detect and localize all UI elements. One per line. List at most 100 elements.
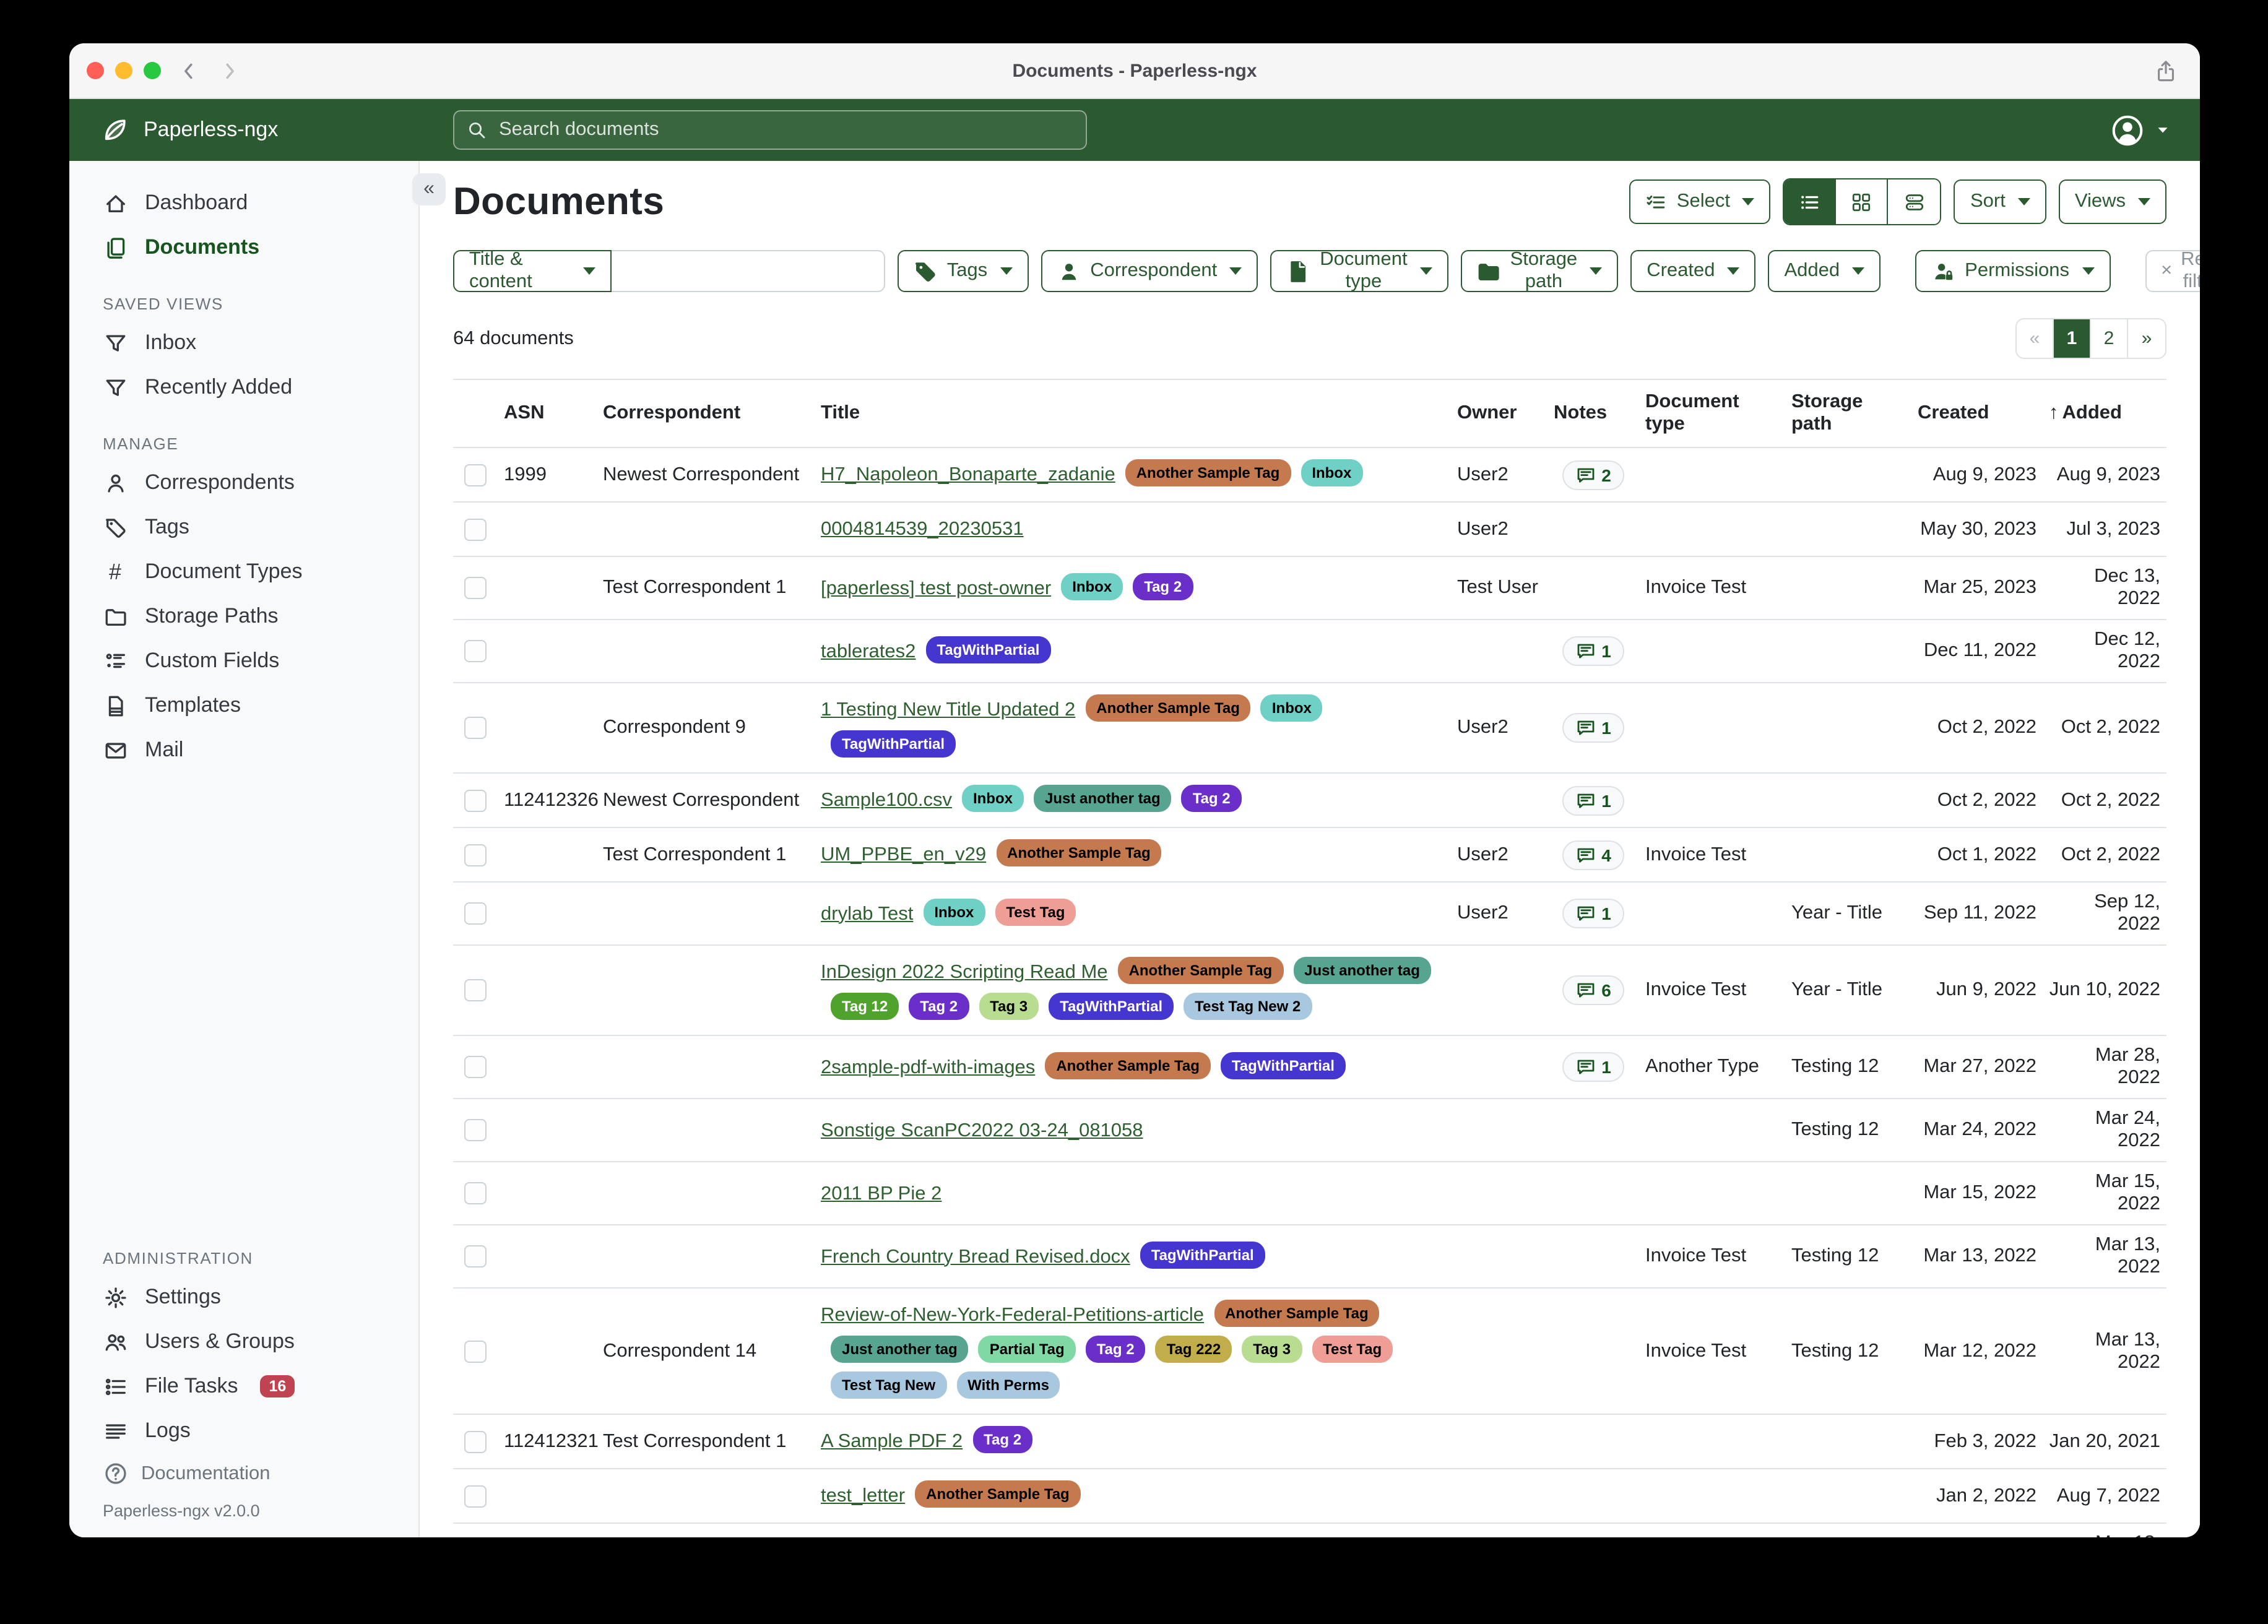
view-detail-button[interactable] xyxy=(1889,179,1941,224)
row-checkbox[interactable] xyxy=(464,1245,487,1268)
tag-pill[interactable]: Tag 2 xyxy=(972,1426,1032,1453)
row-checkbox[interactable] xyxy=(464,1119,487,1141)
doc-title-link[interactable]: 1 Testing New Title Updated 2 xyxy=(821,699,1075,720)
row-checkbox[interactable] xyxy=(464,1340,487,1362)
filter-button-tags[interactable]: Tags xyxy=(898,250,1029,292)
tag-pill[interactable]: TagWithPartial xyxy=(1049,993,1174,1020)
tag-pill[interactable]: TagWithPartial xyxy=(1140,1241,1265,1268)
tag-pill[interactable]: Just another tag xyxy=(1293,957,1431,984)
page-prev-button[interactable]: « xyxy=(2017,319,2054,358)
minimize-window-button[interactable] xyxy=(115,62,132,79)
doc-title-link[interactable]: tablerates2 xyxy=(821,641,915,662)
tag-pill[interactable]: Another Sample Tag xyxy=(1045,1052,1211,1079)
tag-pill[interactable]: Just another tag xyxy=(831,1336,969,1363)
doc-title-link[interactable]: UM_PPBE_en_v29 xyxy=(821,844,986,865)
filter-button-correspondent[interactable]: Correspondent xyxy=(1041,250,1258,292)
tag-pill[interactable]: Another Sample Tag xyxy=(1125,459,1291,486)
reset-filters-button[interactable]: × Reset filters xyxy=(2145,250,2200,292)
close-window-button[interactable] xyxy=(87,62,104,79)
column-header-storage-path[interactable]: Storage path xyxy=(1785,391,1911,436)
page-button-1[interactable]: 1 xyxy=(2054,319,2091,358)
doc-title-link[interactable]: 0004814539_20230531 xyxy=(821,519,1024,540)
sidebar-item-mail[interactable]: Mail xyxy=(69,728,418,772)
sidebar-item-recently-added[interactable]: Recently Added xyxy=(69,365,418,410)
doc-title-link[interactable]: InDesign 2022 Scripting Read Me xyxy=(821,962,1108,983)
sidebar-item-templates[interactable]: Templates xyxy=(69,683,418,728)
view-list-button[interactable] xyxy=(1785,179,1837,224)
title-content-dropdown[interactable]: Title & content xyxy=(453,250,612,292)
doc-title-link[interactable]: [paperless] test post-owner xyxy=(821,577,1051,598)
tag-pill[interactable]: Inbox xyxy=(1261,694,1323,722)
view-grid-button[interactable] xyxy=(1837,179,1889,224)
tag-pill[interactable]: Test Tag New xyxy=(831,1371,946,1399)
sidebar-item-file-tasks[interactable]: File Tasks16 xyxy=(69,1364,418,1409)
doc-title-link[interactable]: 2011 BP Pie 2 xyxy=(821,1183,941,1204)
sort-button[interactable]: Sort xyxy=(1954,179,2046,224)
sidebar-collapse-button[interactable]: « xyxy=(412,173,446,205)
tag-pill[interactable]: Another Sample Tag xyxy=(915,1480,1081,1508)
tag-pill[interactable]: Tag 3 xyxy=(1242,1336,1302,1363)
sidebar-item-custom-fields[interactable]: Custom Fields xyxy=(69,639,418,683)
tag-pill[interactable]: Inbox xyxy=(962,785,1024,812)
zoom-window-button[interactable] xyxy=(144,62,161,79)
row-checkbox[interactable] xyxy=(464,1182,487,1204)
documentation-link[interactable]: Documentation xyxy=(69,1453,418,1494)
sidebar-item-dashboard[interactable]: Dashboard xyxy=(69,181,418,225)
row-checkbox[interactable] xyxy=(464,1485,487,1507)
tag-pill[interactable]: Inbox xyxy=(1301,459,1362,486)
column-header-added[interactable]: ↑Added xyxy=(2043,402,2166,425)
tag-pill[interactable]: Test Tag xyxy=(1312,1336,1393,1363)
sidebar-item-documents[interactable]: Documents xyxy=(69,225,418,270)
column-header-notes[interactable]: Notes xyxy=(1547,402,1639,425)
row-checkbox[interactable] xyxy=(464,640,487,662)
notes-badge[interactable]: 6 xyxy=(1562,975,1625,1005)
row-checkbox[interactable] xyxy=(464,979,487,1001)
filter-button-permissions[interactable]: Permissions xyxy=(1915,250,2110,292)
sidebar-item-inbox[interactable]: Inbox xyxy=(69,321,418,365)
sidebar-item-storage-paths[interactable]: Storage Paths xyxy=(69,594,418,639)
row-checkbox[interactable] xyxy=(464,1056,487,1078)
sidebar-item-settings[interactable]: Settings xyxy=(69,1275,418,1320)
row-checkbox[interactable] xyxy=(464,902,487,925)
notes-badge[interactable]: 1 xyxy=(1562,899,1625,928)
notes-badge[interactable]: 1 xyxy=(1562,785,1625,815)
page-button-2[interactable]: 2 xyxy=(2091,319,2128,358)
sidebar-item-logs[interactable]: Logs xyxy=(69,1409,418,1453)
doc-title-link[interactable]: Review-of-New-York-Federal-Petitions-art… xyxy=(821,1305,1204,1326)
search-input[interactable] xyxy=(496,118,1073,142)
filter-button-added[interactable]: Added xyxy=(1768,250,1881,292)
tag-pill[interactable]: Tag 222 xyxy=(1156,1336,1232,1363)
row-checkbox[interactable] xyxy=(464,464,487,486)
sidebar-item-correspondents[interactable]: Correspondents xyxy=(69,460,418,505)
column-header-document-type[interactable]: Document type xyxy=(1639,391,1785,436)
tag-pill[interactable]: Another Sample Tag xyxy=(1085,694,1251,722)
notes-badge[interactable]: 1 xyxy=(1562,713,1625,743)
row-checkbox[interactable] xyxy=(464,844,487,866)
tag-pill[interactable]: Tag 2 xyxy=(1133,572,1193,600)
forward-icon[interactable] xyxy=(219,60,240,81)
tag-pill[interactable]: Another Sample Tag xyxy=(1118,957,1284,984)
tag-pill[interactable]: Tag 3 xyxy=(979,993,1039,1020)
doc-title-link[interactable]: Sample100.csv xyxy=(821,790,952,811)
doc-title-link[interactable]: drylab Test xyxy=(821,903,913,924)
tag-pill[interactable]: Test Tag New 2 xyxy=(1184,993,1312,1020)
title-content-input[interactable] xyxy=(612,250,885,292)
tag-pill[interactable]: TagWithPartial xyxy=(831,730,956,758)
tag-pill[interactable]: Test Tag xyxy=(995,898,1076,925)
column-header-created[interactable]: Created xyxy=(1911,402,2043,425)
tag-pill[interactable]: Another Sample Tag xyxy=(1214,1300,1380,1327)
views-button[interactable]: Views xyxy=(2059,179,2166,224)
select-button[interactable]: Select xyxy=(1630,179,1771,224)
doc-title-link[interactable]: test_letter xyxy=(821,1485,905,1506)
notes-badge[interactable]: 4 xyxy=(1562,840,1625,870)
tag-pill[interactable]: Another Sample Tag xyxy=(996,839,1162,866)
share-icon[interactable] xyxy=(2154,43,2178,98)
page-next-button[interactable]: » xyxy=(2128,319,2165,358)
tag-pill[interactable]: Inbox xyxy=(1061,572,1123,600)
doc-title-link[interactable]: H7_Napoleon_Bonaparte_zadanie xyxy=(821,464,1115,485)
column-header-owner[interactable]: Owner xyxy=(1451,402,1547,425)
row-checkbox[interactable] xyxy=(464,717,487,739)
sidebar-item-tags[interactable]: Tags xyxy=(69,505,418,550)
tag-pill[interactable]: TagWithPartial xyxy=(1221,1052,1346,1079)
filter-button-storage-path[interactable]: Storage path xyxy=(1461,250,1619,292)
